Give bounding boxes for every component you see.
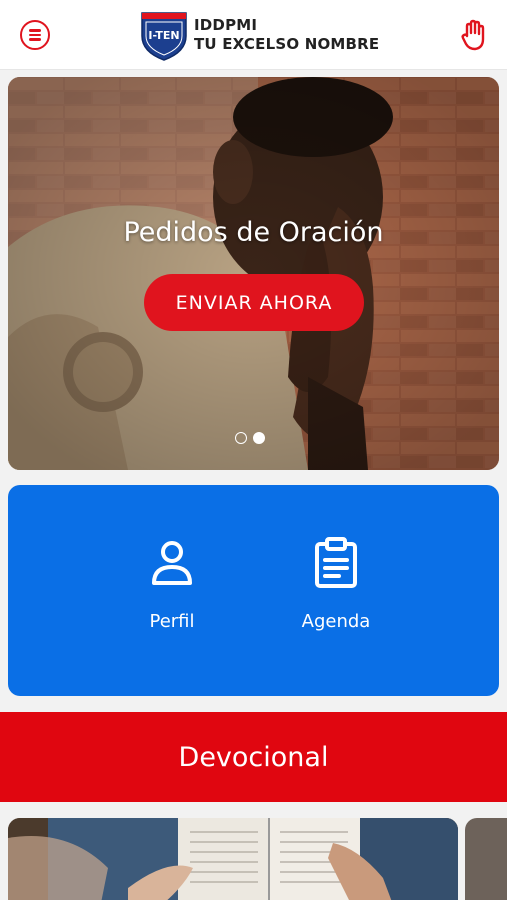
devotional-cards bbox=[0, 818, 507, 900]
brand-line2: TU EXCELSO NOMBRE bbox=[194, 35, 380, 53]
profile-label: Perfil bbox=[149, 611, 195, 632]
app-header: I-TEN IDDPMI TU EXCELSO NOMBRE bbox=[0, 0, 507, 70]
profile-button[interactable]: Perfil bbox=[112, 537, 232, 632]
hamburger-icon bbox=[29, 27, 41, 43]
bible-reading-photo bbox=[8, 818, 458, 900]
send-prayer-button[interactable]: ENVIAR AHORA bbox=[144, 274, 364, 331]
church-logo: I-TEN bbox=[141, 12, 187, 61]
user-icon bbox=[152, 541, 192, 585]
quick-actions-panel: Perfil Agenda bbox=[8, 485, 499, 696]
devotional-card-next[interactable] bbox=[465, 818, 507, 900]
devocional-banner[interactable]: Devocional bbox=[0, 712, 507, 802]
carousel-dot-1[interactable] bbox=[235, 432, 247, 444]
raised-hand-icon[interactable] bbox=[458, 18, 490, 52]
brand-name: IDDPMI TU EXCELSO NOMBRE bbox=[194, 16, 379, 54]
brand-line1: IDDPMI bbox=[194, 16, 258, 34]
menu-button[interactable] bbox=[20, 20, 50, 50]
agenda-label: Agenda bbox=[301, 611, 371, 632]
hero-title: Pedidos de Oración bbox=[123, 217, 384, 248]
carousel-pagination bbox=[235, 432, 265, 444]
clipboard-icon bbox=[315, 537, 357, 588]
logo-wordmark: I-TEN bbox=[148, 29, 179, 42]
devotional-card[interactable] bbox=[8, 818, 458, 900]
carousel-dot-2[interactable] bbox=[253, 432, 265, 444]
prayer-carousel[interactable]: Pedidos de Oración ENVIAR AHORA bbox=[8, 77, 499, 470]
agenda-button[interactable]: Agenda bbox=[276, 537, 396, 632]
